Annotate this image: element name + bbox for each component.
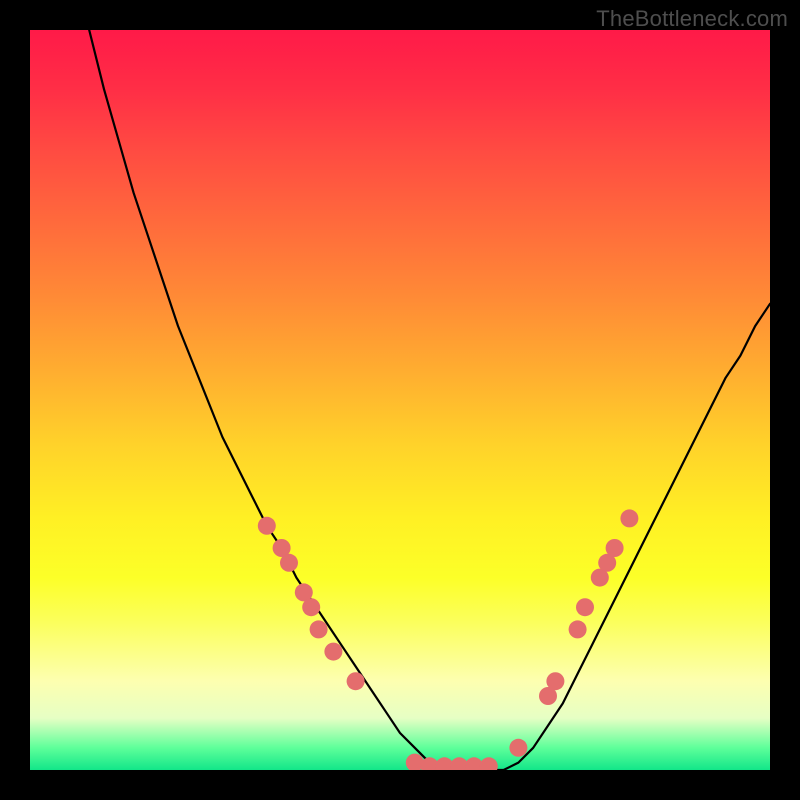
curve-svg bbox=[30, 30, 770, 770]
watermark-text: TheBottleneck.com bbox=[596, 6, 788, 32]
curve-marker-dot bbox=[480, 757, 498, 770]
curve-marker-dot bbox=[569, 620, 587, 638]
curve-marker-dot bbox=[606, 539, 624, 557]
curve-markers bbox=[258, 509, 639, 770]
curve-marker-dot bbox=[576, 598, 594, 616]
chart-frame: TheBottleneck.com bbox=[0, 0, 800, 800]
plot-area bbox=[30, 30, 770, 770]
curve-marker-dot bbox=[509, 739, 527, 757]
curve-marker-dot bbox=[347, 672, 365, 690]
bottleneck-curve bbox=[89, 30, 770, 770]
curve-marker-dot bbox=[324, 643, 342, 661]
curve-marker-dot bbox=[280, 554, 298, 572]
curve-marker-dot bbox=[546, 672, 564, 690]
curve-marker-dot bbox=[310, 620, 328, 638]
curve-marker-dot bbox=[620, 509, 638, 527]
curve-marker-dot bbox=[258, 517, 276, 535]
curve-marker-dot bbox=[302, 598, 320, 616]
